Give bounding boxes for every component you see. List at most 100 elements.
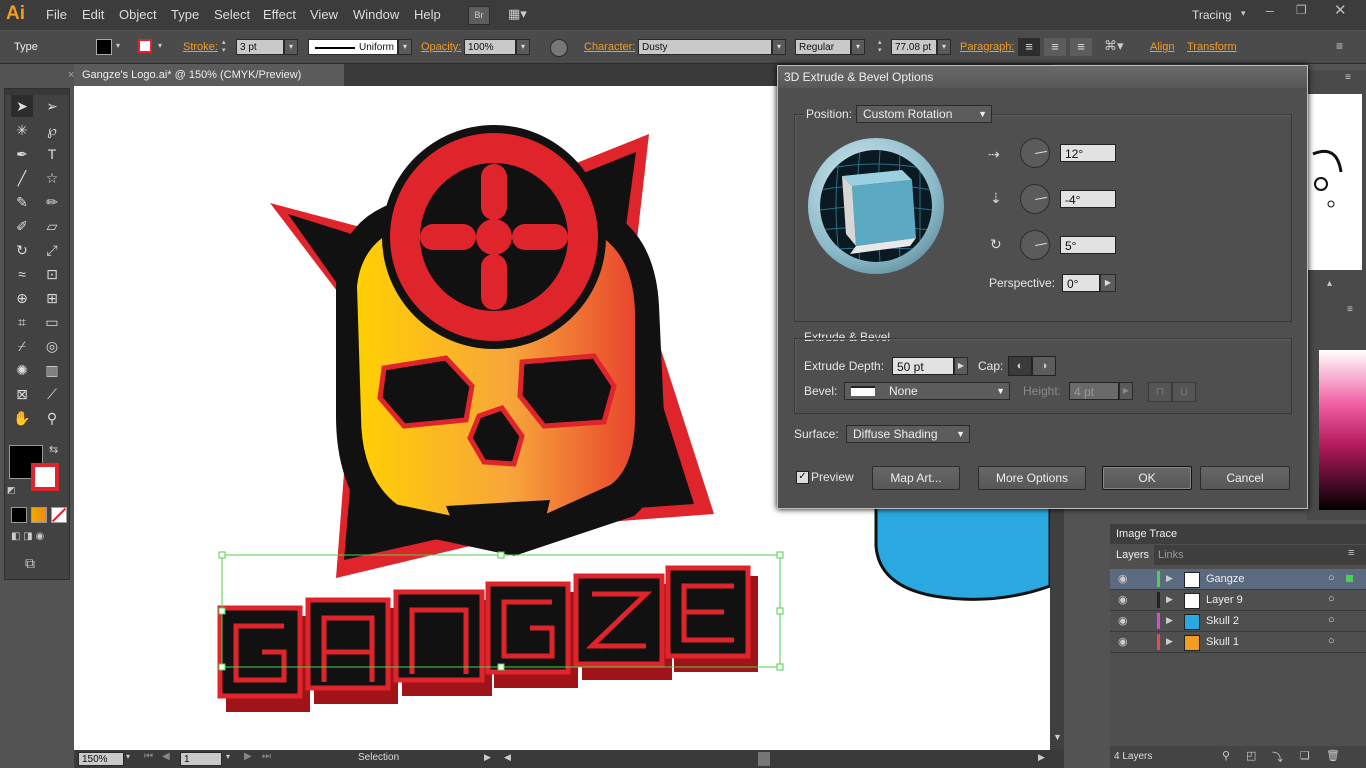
align-link[interactable]: Align xyxy=(1150,41,1174,53)
new-layer-icon[interactable]: ❏ xyxy=(1300,749,1310,762)
menu-help[interactable]: Help xyxy=(414,7,441,22)
symbol-sprayer-tool-icon[interactable]: ✺ xyxy=(11,359,33,381)
trash-icon[interactable]: 🗑 xyxy=(1326,749,1340,762)
character-link[interactable]: Character: xyxy=(584,41,635,53)
zoom-tool-icon[interactable]: ⚲ xyxy=(41,407,63,429)
extrude-depth-field[interactable]: 50 pt xyxy=(892,357,954,375)
minimize-icon[interactable]: – xyxy=(1266,2,1274,18)
screen-mode-icon[interactable]: ⧉ xyxy=(25,555,49,573)
locate-object-icon[interactable]: ⚲ xyxy=(1222,749,1230,762)
size-stepper-icon[interactable]: ▴ ▾ xyxy=(878,39,890,55)
next-page-icon[interactable]: ▶ xyxy=(244,751,252,762)
visibility-eye-icon[interactable]: ◉ xyxy=(1118,572,1128,585)
lasso-tool-icon[interactable]: ℘ xyxy=(41,119,63,141)
font-family-field[interactable]: Dusty xyxy=(638,39,772,55)
stroke-weight-field[interactable]: 3 pt xyxy=(236,39,284,55)
chevron-down-icon[interactable]: ▾ xyxy=(851,39,865,55)
visibility-eye-icon[interactable]: ◉ xyxy=(1118,593,1128,606)
panel-menu-icon[interactable]: ≡ xyxy=(1347,304,1353,315)
opacity-field[interactable]: 100% xyxy=(464,39,516,55)
blend-tool-icon[interactable]: ◎ xyxy=(41,335,63,357)
shape-builder-tool-icon[interactable]: ⊕ xyxy=(11,287,33,309)
transform-link[interactable]: Transform xyxy=(1187,41,1237,53)
z-rotation-dial[interactable] xyxy=(1020,230,1050,260)
scroll-right-icon[interactable]: ▶ xyxy=(1038,752,1045,763)
mesh-tool-icon[interactable]: ⌗ xyxy=(11,311,33,333)
chevron-down-icon[interactable]: ▾ xyxy=(516,39,530,55)
first-page-icon[interactable]: ⏮ xyxy=(144,751,153,762)
ok-button[interactable]: OK xyxy=(1102,466,1192,490)
more-options-button[interactable]: More Options xyxy=(978,466,1086,490)
slice-tool-icon[interactable]: ⟋ xyxy=(41,383,63,405)
layer-row[interactable]: ◉ ▶ Gangze ○ xyxy=(1110,569,1366,590)
target-icon[interactable]: ○ xyxy=(1328,635,1335,647)
target-icon[interactable]: ○ xyxy=(1328,614,1335,626)
expand-arrow-icon[interactable]: ▶ xyxy=(1166,615,1173,626)
tab-layers[interactable]: Layers xyxy=(1110,545,1154,565)
direct-selection-tool-icon[interactable]: ➢ xyxy=(41,95,63,117)
height-slider-icon[interactable]: ▶ xyxy=(1119,382,1133,400)
bevel-select[interactable]: None ▼ xyxy=(844,382,1010,400)
hand-tool-icon[interactable]: ✋ xyxy=(11,407,33,429)
cap-on-icon[interactable]: ◐ xyxy=(1008,356,1032,376)
chevron-down-icon[interactable]: ▾ xyxy=(126,752,130,761)
position-select[interactable]: Custom Rotation ▼ xyxy=(856,105,992,123)
zoom-field[interactable]: 150% xyxy=(78,752,124,766)
expand-arrow-icon[interactable]: ▶ xyxy=(1166,573,1173,584)
chevron-down-icon[interactable]: ▾ xyxy=(226,752,230,761)
x-rotation-field[interactable]: 12° xyxy=(1060,144,1116,162)
stroke-profile-select[interactable]: Uniform xyxy=(308,39,398,55)
warp-tool-icon[interactable]: ≈ xyxy=(11,263,33,285)
preview-label[interactable]: Preview xyxy=(811,470,854,484)
pencil-tool-icon[interactable]: ✏ xyxy=(41,191,63,213)
zoom-out-icon[interactable]: ▴ xyxy=(1327,278,1332,289)
depth-slider-icon[interactable]: ▶ xyxy=(954,357,968,375)
chevron-down-icon[interactable]: ▾ xyxy=(398,39,412,55)
close-icon[interactable]: ✕ xyxy=(1334,1,1347,19)
visibility-eye-icon[interactable]: ◉ xyxy=(1118,614,1128,627)
paragraph-link[interactable]: Paragraph: xyxy=(960,41,1014,53)
panel-menu-icon[interactable]: ≡ xyxy=(1336,39,1343,53)
tab-links[interactable]: Links xyxy=(1158,549,1184,561)
restore-icon[interactable]: ❐ xyxy=(1296,3,1307,17)
none-mode-icon[interactable] xyxy=(51,507,67,523)
x-rotation-dial[interactable] xyxy=(1020,138,1050,168)
chevron-down-icon[interactable]: ▾ xyxy=(158,41,162,50)
page-field[interactable]: 1 xyxy=(180,752,222,766)
magic-wand-tool-icon[interactable]: ✳ xyxy=(11,119,33,141)
perspective-slider-icon[interactable]: ▶ xyxy=(1100,274,1116,292)
rotate-tool-icon[interactable]: ↻ xyxy=(11,239,33,261)
align-right-icon[interactable]: ≡ xyxy=(1070,38,1092,56)
bridge-button[interactable]: Br xyxy=(468,6,490,25)
eraser-tool-icon[interactable]: ▱ xyxy=(41,215,63,237)
layer-row[interactable]: ◉ ▶ Skull 1 ○ xyxy=(1110,632,1366,653)
horizontal-scroll-thumb[interactable] xyxy=(758,752,770,766)
current-tool-status[interactable]: Selection xyxy=(358,752,399,763)
chevron-down-icon[interactable]: ▾ xyxy=(937,39,951,55)
menu-select[interactable]: Select xyxy=(214,7,250,22)
surface-select[interactable]: Diffuse Shading ▼ xyxy=(846,425,970,443)
prev-page-icon[interactable]: ◀ xyxy=(162,751,170,762)
scroll-left-icon[interactable]: ◀ xyxy=(504,752,511,763)
bevel-out-icon[interactable]: ⊓ xyxy=(1148,382,1172,402)
tab-close-icon[interactable]: × xyxy=(68,64,74,86)
target-icon[interactable]: ○ xyxy=(1328,593,1335,605)
chevron-down-icon[interactable]: ▾ xyxy=(284,39,298,55)
layer-name[interactable]: Layer 9 xyxy=(1206,594,1243,606)
perspective-grid-tool-icon[interactable]: ⊞ xyxy=(41,287,63,309)
document-tab[interactable]: Gangze's Logo.ai* @ 150% (CMYK/Preview) … xyxy=(68,64,344,86)
z-rotation-field[interactable]: 5° xyxy=(1060,236,1116,254)
selection-tool-icon[interactable]: ➤ xyxy=(11,95,33,117)
align-center-icon[interactable]: ≡ xyxy=(1044,38,1066,56)
track-cube-sphere[interactable] xyxy=(808,138,944,274)
eyedropper-tool-icon[interactable]: ⌿ xyxy=(11,335,33,357)
chevron-down-icon[interactable]: ▾ xyxy=(1241,8,1246,19)
gradient-mode-icon[interactable] xyxy=(31,507,47,523)
scale-tool-icon[interactable]: ⤢ xyxy=(41,239,63,261)
bevel-in-icon[interactable]: ⊔ xyxy=(1172,382,1196,402)
preview-checkbox[interactable]: ✓ xyxy=(796,471,809,484)
menu-object[interactable]: Object xyxy=(119,7,157,22)
line-tool-icon[interactable]: ╱ xyxy=(11,167,33,189)
pen-tool-icon[interactable]: ✒ xyxy=(11,143,33,165)
target-icon[interactable]: ○ xyxy=(1328,572,1335,584)
